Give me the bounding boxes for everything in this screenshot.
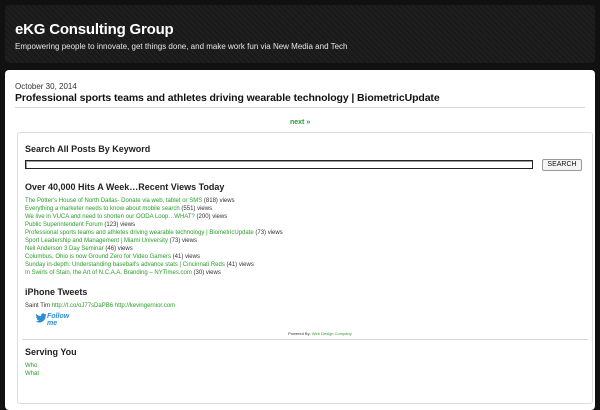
serving-link-who[interactable]: Who [25,363,37,369]
powered-by-label: Powered By: [288,331,311,336]
list-item: Sunday in-depth: Understanding baseball'… [25,261,283,269]
recent-post-link[interactable]: Neil Anderson 3 Day Seminar [25,246,104,252]
list-item: What [25,370,39,378]
recent-posts-list: The Potter's House of North Dallas- Dona… [25,197,283,277]
divider [22,339,588,340]
list-item: Public Superintendent Forum (123) views [25,221,283,229]
main-content: October 30, 2014 Professional sports tea… [5,70,595,410]
list-item: In Swirls of Stain, the Art of N.C.A.A. … [25,269,283,277]
site-title[interactable]: eKG Consulting Group [15,21,174,38]
list-item: Sport Leadership and Management | Miami … [25,237,283,245]
next-post-link[interactable]: next » [290,119,310,126]
search-input[interactable] [25,160,533,169]
view-count: (200) views [196,214,228,220]
tweet-link[interactable]: http://t.co/oJ77sDaPB6 [52,303,113,309]
list-item: Professional sports teams and athletes d… [25,229,283,237]
list-item: Who [25,362,39,370]
recent-post-link[interactable]: Sport Leadership and Management | Miami … [25,238,168,244]
recent-post-link[interactable]: We live in VUCA and need to shorten our … [25,214,195,220]
view-count: (41) views [226,262,254,268]
serving-link-what[interactable]: What [25,371,39,377]
list-item: The Potter's House of North Dallas- Dona… [25,197,283,205]
view-count: (551) views [181,206,213,212]
list-item: Columbus, Ohio is now Ground Zero for Vi… [25,253,283,261]
list-item: We live in VUCA and need to shorten our … [25,213,283,221]
powered-by-link[interactable]: Web Design Company [312,331,352,336]
serving-widget-title: Serving You [25,347,77,357]
site-header: eKG Consulting Group Empowering people t… [5,5,595,63]
recent-post-link[interactable]: The Potter's House of North Dallas- Dona… [25,198,202,204]
search-button[interactable]: SEARCH [542,159,582,171]
recent-widget-title: Over 40,000 Hits A Week…Recent Views Tod… [25,182,225,192]
post-title[interactable]: Professional sports teams and athletes d… [15,92,440,104]
twitter-bird-icon [35,313,47,323]
view-count: (818) views [203,198,235,204]
recent-post-link[interactable]: Public Superintendent Forum [25,222,103,228]
search-widget-title: Search All Posts By Keyword [25,144,151,154]
recent-post-link[interactable]: Everything a marketer needs to know abou… [25,206,180,212]
recent-post-link[interactable]: In Swirls of Stain, the Art of N.C.A.A. … [25,270,192,276]
view-count: (30) views [193,270,221,276]
view-count: (73) views [255,230,283,236]
powered-by: Powered By: Web Design Company [288,331,352,336]
view-count: (73) views [169,238,197,244]
tweet-link[interactable]: http://kevingernior.com [115,303,175,309]
twitter-follow-button[interactable]: Follow me [35,313,79,327]
follow-label: Follow me [47,313,70,327]
tweets-widget-title: iPhone Tweets [25,287,88,297]
recent-post-link[interactable]: Professional sports teams and athletes d… [25,230,254,236]
post-date: October 30, 2014 [15,82,77,91]
view-count: (41) views [172,254,200,260]
view-count: (46) views [105,246,133,252]
list-item: Neil Anderson 3 Day Seminar (46) views [25,245,283,253]
tweet: Saint Tim http://t.co/oJ77sDaPB6 http://… [25,303,175,309]
view-count: (123) views [104,222,136,228]
tweet-author: Saint Tim [25,303,51,309]
list-item: Everything a marketer needs to know abou… [25,205,283,213]
serving-list: Who What [25,362,39,378]
recent-post-link[interactable]: Columbus, Ohio is now Ground Zero for Vi… [25,254,171,260]
site-tagline: Empowering people to innovate, get thing… [15,42,348,51]
divider [15,107,585,108]
sidebar: Search All Posts By Keyword SEARCH Over … [17,132,593,404]
recent-post-link[interactable]: Sunday in-depth: Understanding baseball'… [25,262,225,268]
